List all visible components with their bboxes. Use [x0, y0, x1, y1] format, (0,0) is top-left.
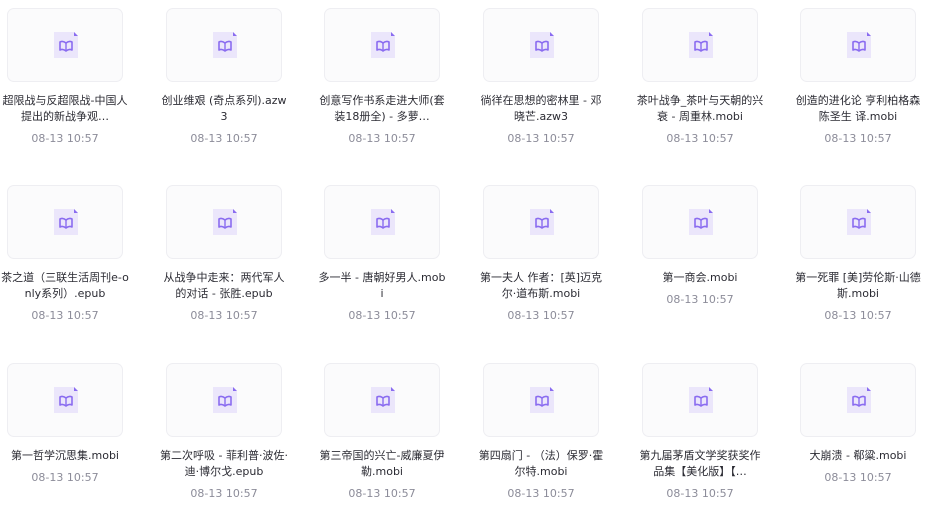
ebook-file-icon — [54, 387, 78, 413]
file-thumbnail[interactable] — [7, 185, 123, 259]
file-thumbnail[interactable] — [800, 8, 916, 82]
ebook-file-icon — [847, 32, 871, 58]
file-date: 08-13 10:57 — [824, 471, 892, 484]
file-name: 第一哲学沉思集.mobi — [11, 449, 119, 462]
file-date: 08-13 10:57 — [31, 309, 99, 322]
file-date: 08-13 10:57 — [507, 309, 575, 322]
file-name: 第三帝国的兴亡-威廉夏伊勒.mobi — [319, 449, 445, 478]
file-date: 08-13 10:57 — [666, 132, 734, 145]
file-name: 徜徉在思想的密林里 - 邓晓芒.azw3 — [480, 94, 602, 123]
file-date: 08-13 10:57 — [824, 132, 892, 145]
file-item[interactable]: 大崩溃 - 郗粱.mobi 08-13 10:57 — [783, 363, 926, 485]
file-thumbnail[interactable] — [324, 185, 440, 259]
file-date: 08-13 10:57 — [666, 487, 734, 500]
file-name: 超限战与反超限战-中国人提出的新战争观… — [2, 94, 128, 123]
file-item[interactable]: 从战争中走来：两代军人的对话 - 张胜.epub 08-13 10:57 — [149, 185, 299, 323]
file-name: 第一死罪 [美]劳伦斯·山德斯.mobi — [795, 271, 921, 300]
file-item[interactable]: 创意写作书系走进大师(套装18册全) - 多萝… 08-13 10:57 — [307, 8, 457, 146]
file-item[interactable]: 第一死罪 [美]劳伦斯·山德斯.mobi 08-13 10:57 — [783, 185, 926, 323]
file-item[interactable]: 第九届茅盾文学奖获奖作品集【美化版】【… 08-13 10:57 — [625, 363, 775, 501]
file-name: 第二次呼吸 - 菲利普·波佐·迪·博尔戈.epub — [160, 449, 288, 478]
file-name: 创意写作书系走进大师(套装18册全) - 多萝… — [319, 94, 445, 123]
file-name: 茶之道（三联生活周刊e-only系列）.epub — [1, 271, 129, 300]
file-name: 第一商会.mobi — [662, 271, 738, 284]
file-date: 08-13 10:57 — [824, 309, 892, 322]
file-item[interactable]: 茶之道（三联生活周刊e-only系列）.epub 08-13 10:57 — [0, 185, 140, 323]
ebook-file-icon — [213, 387, 237, 413]
file-name: 大崩溃 - 郗粱.mobi — [809, 449, 907, 462]
file-date: 08-13 10:57 — [31, 471, 99, 484]
file-item[interactable]: 徜徉在思想的密林里 - 邓晓芒.azw3 08-13 10:57 — [466, 8, 616, 146]
file-thumbnail[interactable] — [483, 185, 599, 259]
file-thumbnail[interactable] — [166, 185, 282, 259]
file-name: 创造的进化论 亨利柏格森 陈圣生 译.mobi — [795, 94, 921, 123]
file-thumbnail[interactable] — [800, 185, 916, 259]
file-thumbnail[interactable] — [483, 363, 599, 437]
file-item[interactable]: 第四扇门 - （法）保罗·霍尔特.mobi 08-13 10:57 — [466, 363, 616, 501]
file-item[interactable]: 第二次呼吸 - 菲利普·波佐·迪·博尔戈.epub 08-13 10:57 — [149, 363, 299, 501]
ebook-file-icon — [213, 32, 237, 58]
ebook-file-icon — [371, 387, 395, 413]
file-thumbnail[interactable] — [800, 363, 916, 437]
ebook-file-icon — [530, 387, 554, 413]
ebook-file-icon — [689, 387, 713, 413]
file-item[interactable]: 多一半 - 唐朝好男人.mobi 08-13 10:57 — [307, 185, 457, 323]
file-date: 08-13 10:57 — [190, 132, 258, 145]
file-name: 从战争中走来：两代军人的对话 - 张胜.epub — [163, 271, 285, 300]
file-item[interactable]: 第一哲学沉思集.mobi 08-13 10:57 — [0, 363, 140, 485]
file-thumbnail[interactable] — [642, 363, 758, 437]
file-date: 08-13 10:57 — [31, 132, 99, 145]
ebook-file-icon — [371, 32, 395, 58]
file-thumbnail[interactable] — [324, 8, 440, 82]
ebook-file-icon — [54, 209, 78, 235]
ebook-file-icon — [530, 32, 554, 58]
file-item[interactable]: 茶叶战争_茶叶与天朝的兴衰 - 周重林.mobi 08-13 10:57 — [625, 8, 775, 146]
file-date: 08-13 10:57 — [507, 487, 575, 500]
file-date: 08-13 10:57 — [190, 487, 258, 500]
file-date: 08-13 10:57 — [348, 132, 416, 145]
ebook-file-icon — [530, 209, 554, 235]
ebook-file-icon — [847, 209, 871, 235]
file-date: 08-13 10:57 — [348, 487, 416, 500]
file-date: 08-13 10:57 — [348, 309, 416, 322]
ebook-file-icon — [54, 32, 78, 58]
file-thumbnail[interactable] — [7, 8, 123, 82]
file-name: 第九届茅盾文学奖获奖作品集【美化版】【… — [639, 449, 761, 478]
file-thumbnail[interactable] — [642, 8, 758, 82]
file-item[interactable]: 超限战与反超限战-中国人提出的新战争观… 08-13 10:57 — [0, 8, 140, 146]
ebook-file-icon — [847, 387, 871, 413]
ebook-file-icon — [689, 32, 713, 58]
file-date: 08-13 10:57 — [190, 309, 258, 322]
file-item[interactable]: 第一夫人 作者：[英]迈克尔·道布斯.mobi 08-13 10:57 — [466, 185, 616, 323]
file-thumbnail[interactable] — [166, 8, 282, 82]
file-name: 多一半 - 唐朝好男人.mobi — [318, 271, 446, 300]
file-item[interactable]: 第三帝国的兴亡-威廉夏伊勒.mobi 08-13 10:57 — [307, 363, 457, 501]
file-thumbnail[interactable] — [642, 185, 758, 259]
file-item[interactable]: 第一商会.mobi 08-13 10:57 — [625, 185, 775, 307]
ebook-file-icon — [371, 209, 395, 235]
file-grid: 超限战与反超限战-中国人提出的新战争观… 08-13 10:57 创业维艰 (奇… — [0, 0, 926, 516]
file-item[interactable]: 创造的进化论 亨利柏格森 陈圣生 译.mobi 08-13 10:57 — [783, 8, 926, 146]
file-name: 第四扇门 - （法）保罗·霍尔特.mobi — [478, 449, 604, 478]
file-thumbnail[interactable] — [166, 363, 282, 437]
file-thumbnail[interactable] — [324, 363, 440, 437]
ebook-file-icon — [213, 209, 237, 235]
file-thumbnail[interactable] — [7, 363, 123, 437]
ebook-file-icon — [689, 209, 713, 235]
file-item[interactable]: 创业维艰 (奇点系列).azw3 08-13 10:57 — [149, 8, 299, 146]
file-name: 创业维艰 (奇点系列).azw3 — [161, 94, 287, 123]
file-name: 第一夫人 作者：[英]迈克尔·道布斯.mobi — [479, 271, 603, 300]
file-name: 茶叶战争_茶叶与天朝的兴衰 - 周重林.mobi — [636, 94, 764, 123]
file-thumbnail[interactable] — [483, 8, 599, 82]
file-date: 08-13 10:57 — [507, 132, 575, 145]
file-date: 08-13 10:57 — [666, 293, 734, 306]
